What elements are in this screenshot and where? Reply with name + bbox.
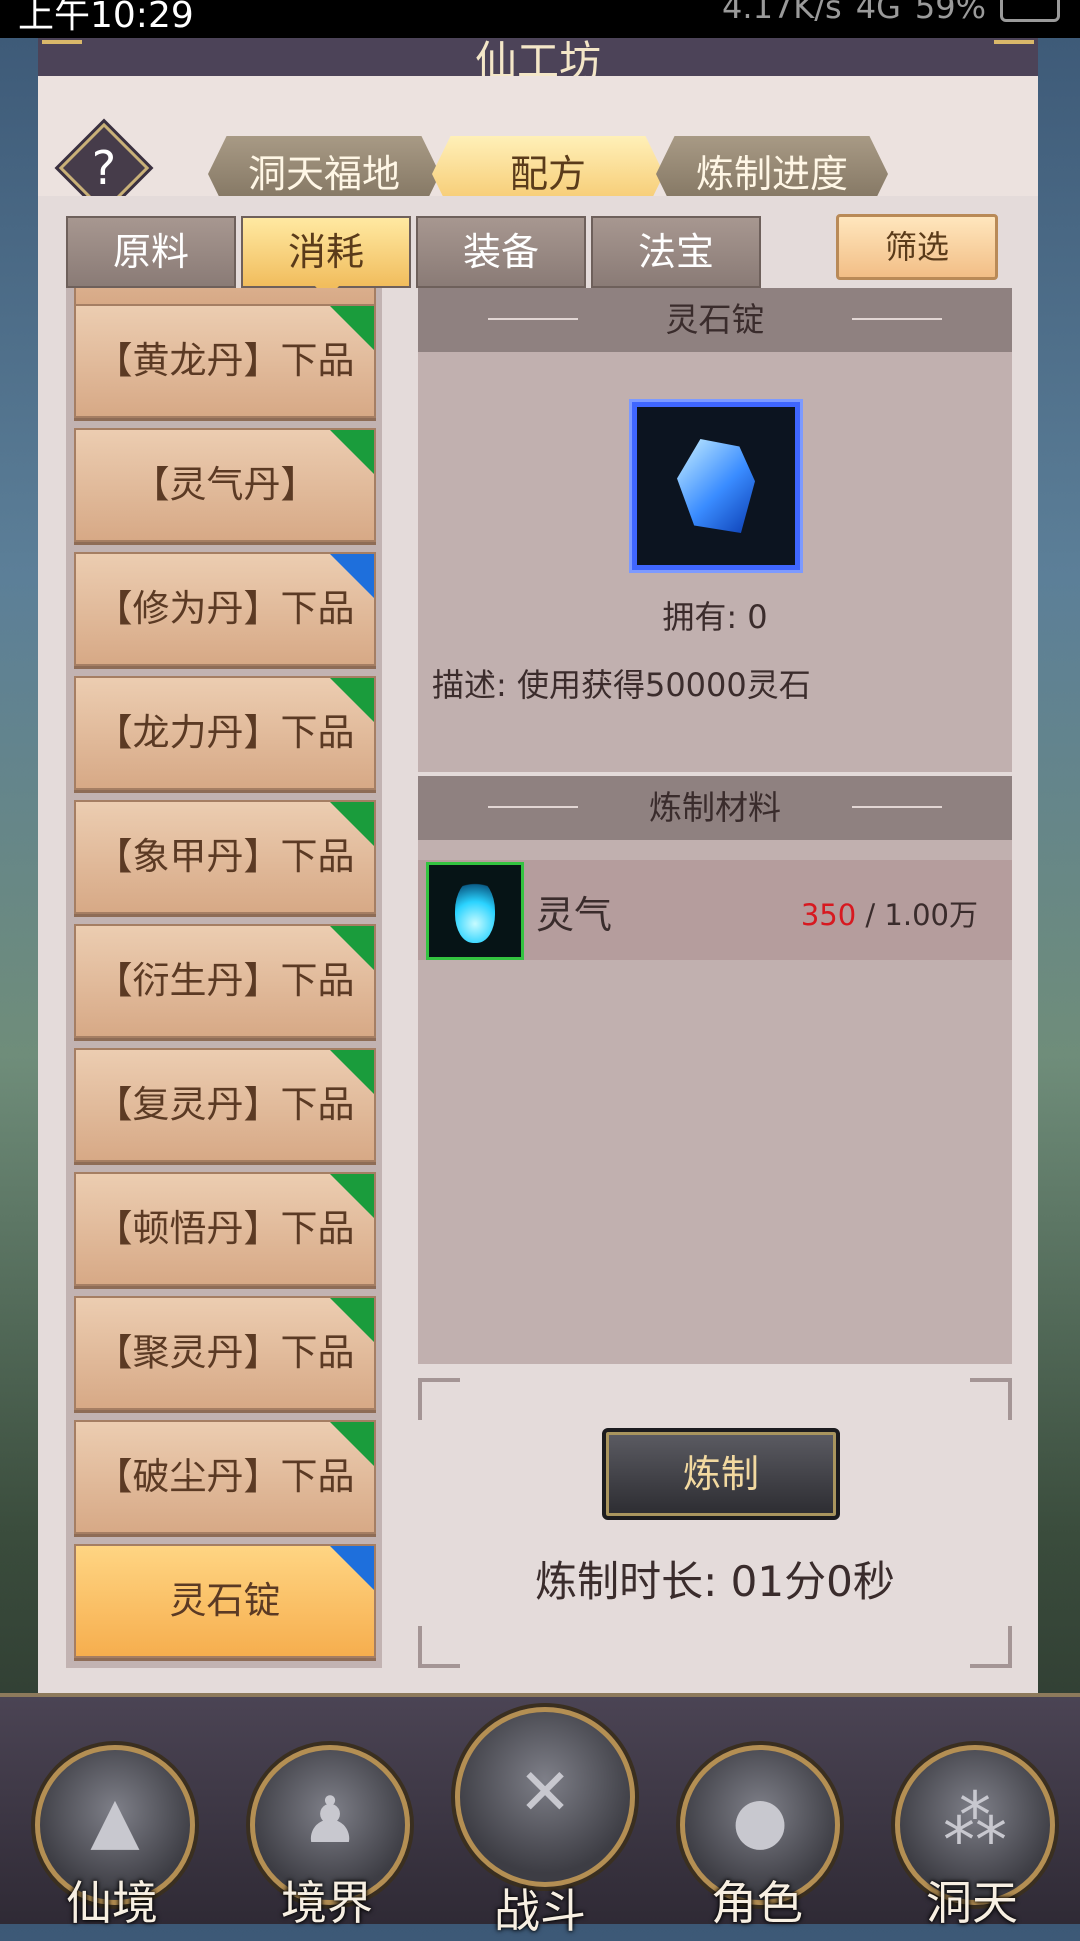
question-icon: ? xyxy=(91,141,117,195)
craft-duration: 炼制时长: 01分0秒 xyxy=(535,1557,895,1606)
list-item[interactable]: 【顿悟丹】下品 xyxy=(74,1172,376,1286)
list-item[interactable]: 【黄龙丹】下品 xyxy=(74,304,376,418)
material-name: 灵气 xyxy=(536,893,613,937)
item-description: 描述: 使用获得50000灵石 xyxy=(432,666,811,704)
quality-badge-icon xyxy=(330,1422,374,1466)
item-name: 灵石锭 xyxy=(665,300,765,339)
material-need: / 1.00万 xyxy=(856,898,978,932)
corner-ornament-icon xyxy=(970,1626,1012,1668)
nav-label: 仙境 xyxy=(66,1876,158,1930)
list-item[interactable]: 【复灵丹】下品 xyxy=(74,1048,376,1162)
list-item[interactable]: 【破尘丹】下品 xyxy=(74,1420,376,1534)
recipe-list[interactable]: 【黄龙丹】下品 【灵气丹】 【修为丹】下品 【龙力丹】下品 【象甲丹】下品 【衍… xyxy=(66,288,382,1668)
quality-badge-icon xyxy=(330,430,374,474)
workshop-panel: 仙工坊 ? 洞天福地 配方 炼制进度 原料 消耗 装备 法宝 筛选 【黄龙丹】下… xyxy=(38,37,1038,1693)
bottom-nav: ▲ ♟ ✕ ● ⁂ 仙境 境界 战斗 角色 洞天 xyxy=(0,1693,1080,1938)
quality-badge-icon xyxy=(330,554,374,598)
battery-text: 59% xyxy=(914,0,986,26)
meditation-icon: ♟ xyxy=(301,1784,359,1858)
recipe-detail: 灵石锭 拥有: 0 描述: 使用获得50000灵石 炼制材料 灵气 350 / … xyxy=(418,288,1012,1668)
nav-label: 角色 xyxy=(711,1876,803,1930)
nav-label: 洞天 xyxy=(926,1876,1018,1930)
owned-count: 拥有: 0 xyxy=(662,598,768,636)
materials-list: 灵气 350 / 1.00万 xyxy=(418,840,1012,1364)
item-info: 拥有: 0 描述: 使用获得50000灵石 xyxy=(418,352,1012,772)
list-item[interactable]: 【衍生丹】下品 xyxy=(74,924,376,1038)
battery-icon xyxy=(1000,0,1060,22)
list-item[interactable]: 【灵气丹】 xyxy=(74,428,376,542)
corner-ornament-icon xyxy=(970,1378,1012,1420)
triple-orb-icon: ⁂ xyxy=(943,1784,1007,1858)
corner-ornament-icon xyxy=(418,1378,460,1420)
filter-button[interactable]: 筛选 xyxy=(836,214,998,280)
quality-badge-icon xyxy=(330,1298,374,1342)
mountain-icon: ▲ xyxy=(90,1784,140,1858)
list-item[interactable]: 【象甲丹】下品 xyxy=(74,800,376,914)
divider-ornament-icon xyxy=(852,806,942,808)
craft-button[interactable]: 炼制 xyxy=(602,1428,840,1520)
character-icon: ● xyxy=(732,1784,788,1858)
material-have: 350 xyxy=(800,898,857,932)
signal-text: 4G xyxy=(855,0,901,26)
quality-badge-icon xyxy=(330,1050,374,1094)
crystal-icon xyxy=(677,439,755,533)
list-item[interactable]: 【龙力丹】下品 xyxy=(74,676,376,790)
tab-consumables[interactable]: 消耗 xyxy=(241,216,411,300)
spirit-qi-flame-icon xyxy=(426,862,524,960)
divider-ornament-icon xyxy=(852,318,942,320)
quality-badge-icon xyxy=(330,678,374,722)
tab-materials[interactable]: 原料 xyxy=(66,216,236,288)
title-bar: 仙工坊 xyxy=(38,37,1038,86)
quality-badge-icon xyxy=(330,926,374,970)
spirit-stone-icon xyxy=(632,402,800,570)
materials-title: 炼制材料 xyxy=(649,788,781,827)
nav-label: 境界 xyxy=(281,1876,373,1930)
tab-treasures[interactable]: 法宝 xyxy=(591,216,761,288)
material-quantity: 350 / 1.00万 xyxy=(801,892,978,934)
nav-battle[interactable]: ✕ xyxy=(455,1707,635,1887)
list-item[interactable]: 【修为丹】下品 xyxy=(74,552,376,666)
material-row[interactable]: 灵气 350 / 1.00万 xyxy=(418,860,1012,960)
list-item-selected[interactable]: 灵石锭 xyxy=(74,1544,376,1658)
divider-ornament-icon xyxy=(488,318,578,320)
quality-badge-icon xyxy=(330,802,374,846)
corner-ornament-icon xyxy=(418,1626,460,1668)
craft-area: 炼制 炼制时长: 01分0秒 xyxy=(418,1378,1012,1668)
network-speed: 4.17K/s xyxy=(722,0,842,26)
content-area: 原料 消耗 装备 法宝 筛选 【黄龙丹】下品 【灵气丹】 【修为丹】下品 【龙力… xyxy=(38,196,1038,1693)
crossed-swords-icon: ✕ xyxy=(518,1756,572,1830)
nav-label: 战斗 xyxy=(494,1884,586,1938)
quality-badge-icon xyxy=(330,1546,374,1590)
category-tabs: 原料 消耗 装备 法宝 xyxy=(66,216,766,300)
quality-badge-icon xyxy=(330,306,374,350)
item-name-header: 灵石锭 xyxy=(418,288,1012,352)
status-indicators: 4.17K/s 4G 59% xyxy=(722,0,1060,26)
quality-badge-icon xyxy=(330,1174,374,1218)
list-item[interactable]: 【聚灵丹】下品 xyxy=(74,1296,376,1410)
flame-icon xyxy=(455,879,495,943)
divider-ornament-icon xyxy=(488,806,578,808)
materials-header: 炼制材料 xyxy=(418,776,1012,840)
tab-equipment[interactable]: 装备 xyxy=(416,216,586,288)
